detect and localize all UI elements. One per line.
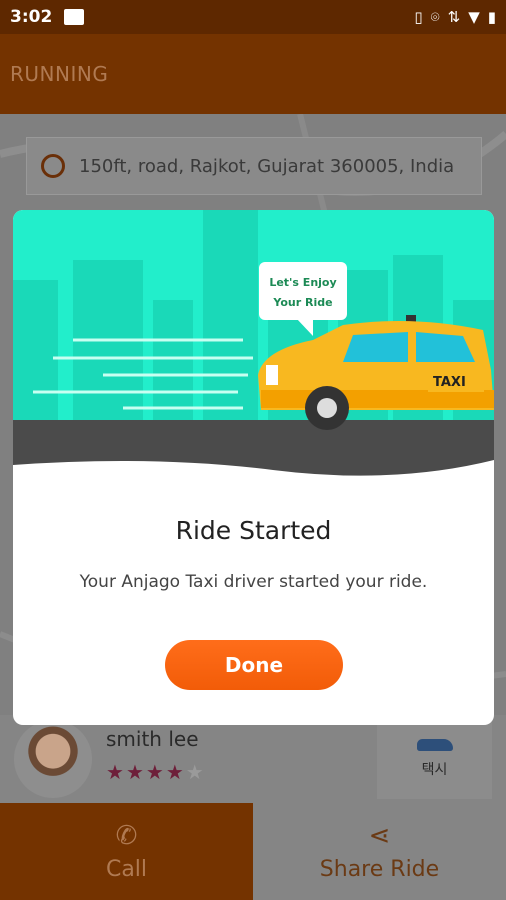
call-label: Call	[105, 857, 148, 882]
pickup-address-box[interactable]: 150ft, road, Rajkot, Gujarat 360005, Ind…	[26, 137, 482, 195]
app-bar: RUNNING	[0, 34, 506, 114]
driver-name: smith lee	[106, 727, 199, 751]
taxi-illustration: TAXI Let's Enjoy Your Ride	[13, 210, 494, 480]
status-bar: 3:02 ▯ ⌾ ⇅ ▼ ▮	[0, 0, 506, 34]
star-icon: ★	[125, 760, 146, 784]
notification-icon	[64, 9, 85, 25]
done-button[interactable]: Done	[165, 640, 343, 690]
taxi-sign-text: TAXI	[433, 375, 466, 390]
star-empty-icon: ★	[185, 760, 206, 784]
location-icon: ⌾	[430, 8, 440, 26]
bubble-line-2: Your Ride	[272, 296, 332, 309]
battery-icon: ▮	[487, 8, 496, 26]
pickup-marker-icon	[41, 154, 65, 178]
share-ride-button[interactable]: ⋖ Share Ride	[253, 803, 506, 900]
share-icon: ⋖	[368, 821, 391, 851]
vibrate-icon: ▯	[414, 8, 423, 26]
bottom-action-bar: ✆ Call ⋖ Share Ride	[0, 803, 506, 900]
status-icons: ▯ ⌾ ⇅ ▼ ▮	[414, 8, 496, 26]
pickup-address-text: 150ft, road, Rajkot, Gujarat 360005, Ind…	[79, 155, 455, 177]
vehicle-type-label: 택시	[421, 762, 448, 778]
star-icon: ★	[145, 760, 166, 784]
wifi-icon: ▼	[468, 8, 480, 26]
status-time: 3:02	[10, 7, 53, 27]
dialog-message: Your Anjago Taxi driver started your rid…	[79, 572, 428, 592]
bubble-line-1: Let's Enjoy	[269, 276, 336, 289]
page-title: RUNNING	[10, 62, 109, 86]
ride-started-dialog: TAXI Let's Enjoy Your Ride Ride Started …	[13, 210, 494, 725]
phone-icon: ✆	[115, 821, 138, 851]
driver-rating: ★★★★★	[106, 760, 206, 784]
car-icon	[416, 739, 453, 751]
vehicle-info[interactable]: 택시	[377, 719, 492, 799]
call-button[interactable]: ✆ Call	[0, 803, 253, 900]
star-icon: ★	[106, 760, 126, 784]
data-arrows-icon: ⇅	[447, 8, 461, 26]
star-icon: ★	[165, 760, 186, 784]
share-ride-label: Share Ride	[319, 857, 440, 882]
dialog-title: Ride Started	[175, 516, 332, 545]
driver-avatar	[14, 720, 92, 798]
driver-card: smith lee ★★★★★ 택시	[0, 715, 506, 803]
